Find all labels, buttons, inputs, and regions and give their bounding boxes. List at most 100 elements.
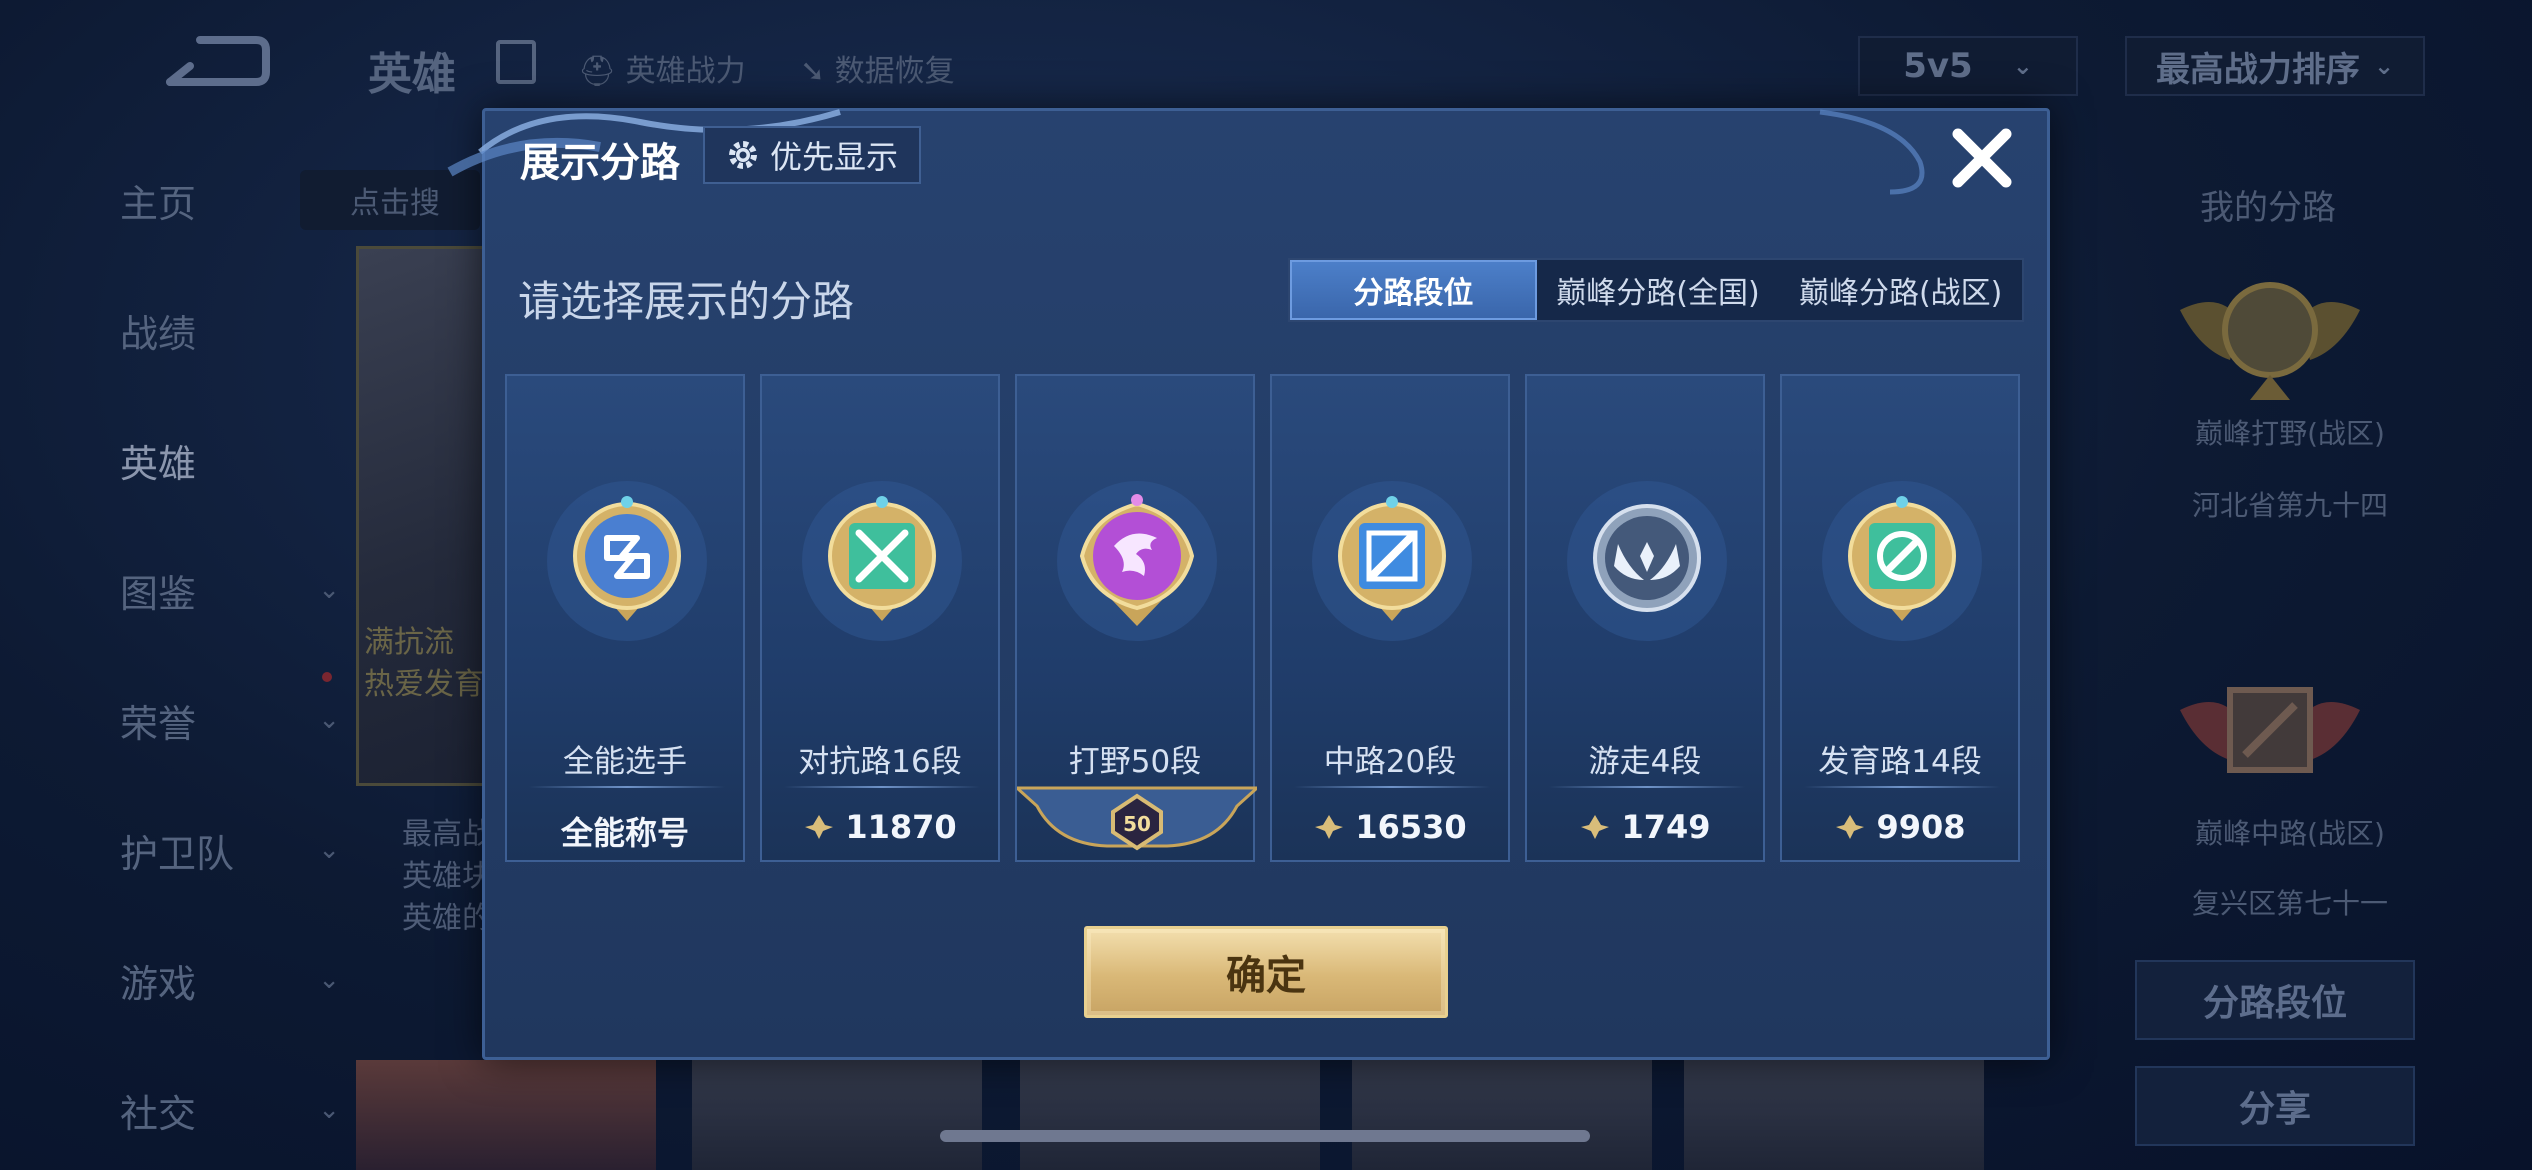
- gear-icon: [728, 141, 757, 169]
- hero-card[interactable]: [1352, 1060, 1652, 1170]
- roam-wing-emblem-icon: [1567, 481, 1727, 641]
- tab-hero-power-label: 英雄战力: [625, 54, 746, 89]
- divider: [1549, 786, 1745, 788]
- confirm-button[interactable]: 确定: [1084, 926, 1448, 1018]
- lane-score: 16530: [1272, 808, 1508, 846]
- lane-card-all-round[interactable]: 全能选手 全能称号: [505, 374, 745, 862]
- helmet-icon: ⛑: [578, 54, 626, 89]
- lane-name: 中路20段: [1323, 744, 1457, 780]
- nav-label: 图鉴: [120, 571, 197, 616]
- divider: [784, 786, 980, 788]
- tab-hero-power[interactable]: ⛑ 英雄战力: [578, 46, 746, 90]
- nav-item-home[interactable]: 主页: [120, 170, 340, 230]
- lane-name: 发育路14段: [1818, 744, 1982, 780]
- lane-card-roam[interactable]: 游走4段 1749: [1525, 374, 1765, 862]
- lane-name: 全能选手: [563, 744, 687, 780]
- hero-card-line: 最高战: [402, 817, 492, 852]
- lane-type-tabs: 分路段位 巅峰分路(全国) 巅峰分路(战区): [1288, 258, 2024, 322]
- jungle-rank-emblem: [2180, 282, 2360, 400]
- nav-item-heroes[interactable]: 英雄: [120, 430, 340, 490]
- nav-label: 荣誉: [120, 701, 197, 746]
- chevron-down-icon: ⌄: [318, 835, 340, 865]
- hero-card[interactable]: [692, 1060, 982, 1170]
- hero-card[interactable]: [356, 1060, 656, 1170]
- modal-title: 展示分路: [520, 140, 680, 186]
- hero-card-info: 最高战 英雄块 英雄的: [402, 814, 492, 940]
- restore-icon: ➘: [800, 54, 835, 89]
- rank-star-ribbon: 50: [1017, 786, 1257, 851]
- priority-display-button[interactable]: 优先显示: [703, 126, 921, 184]
- nav-label: 社交: [120, 1091, 197, 1136]
- all-round-emblem-icon: [547, 481, 707, 641]
- tab-data-restore-label: 数据恢复: [834, 54, 955, 89]
- home-indicator[interactable]: [940, 1130, 1590, 1142]
- back-icon[interactable]: [160, 32, 270, 92]
- lane-value: 16530: [1355, 808, 1467, 846]
- lane-name: 对抗路16段: [798, 744, 962, 780]
- nav-item-honor[interactable]: 荣誉 ⌄: [120, 690, 340, 750]
- lane-value: 11870: [845, 808, 957, 846]
- sort-select[interactable]: 最高战力排序 ⌄: [2125, 36, 2425, 96]
- hero-card-line: 英雄块: [402, 859, 492, 894]
- lane-card-list: 全能选手 全能称号 对抗路16段 11870 打野50段 50 中路20段 16…: [505, 374, 2025, 862]
- farm-lane-emblem-icon: [1822, 481, 1982, 641]
- share-button[interactable]: 分享: [2135, 1066, 2415, 1146]
- tab-peak-region[interactable]: 巅峰分路(战区): [1779, 260, 2022, 320]
- power-icon: [1836, 815, 1865, 839]
- tab-lane-rank[interactable]: 分路段位: [1290, 260, 1537, 320]
- hero-card-line: 英雄的: [402, 901, 492, 936]
- nav-label: 战绩: [120, 311, 197, 356]
- hero-card-overlay-line: 热爱发育: [364, 667, 484, 702]
- lane-score: 1749: [1527, 808, 1763, 846]
- nav-item-social[interactable]: 社交 ⌄: [120, 1080, 340, 1140]
- jungle-dragon-emblem-icon: [1057, 481, 1217, 641]
- nav-item-records[interactable]: 战绩: [120, 300, 340, 360]
- my-lane-name: 巅峰打野(战区): [2195, 417, 2385, 450]
- lane-title-value: 全能称号: [507, 808, 743, 854]
- lane-value: 9908: [1876, 808, 1966, 846]
- mode-select[interactable]: 5v5 ⌄: [1858, 36, 2078, 96]
- chevron-down-icon: ⌄: [318, 575, 340, 605]
- nav-item-games[interactable]: 游戏 ⌄: [120, 950, 340, 1010]
- divider: [1294, 786, 1490, 788]
- lane-card-clash[interactable]: 对抗路16段 11870: [760, 374, 1000, 862]
- nav-item-guard[interactable]: 护卫队 ⌄: [120, 820, 340, 880]
- priority-display-label: 优先显示: [769, 138, 898, 176]
- lane-rank-button[interactable]: 分路段位: [2135, 960, 2415, 1040]
- nav-item-codex[interactable]: 图鉴 ⌄: [120, 560, 340, 620]
- notification-dot: [322, 672, 332, 682]
- hero-card-overlay-line: 满抗流: [364, 625, 454, 660]
- chevron-down-icon: ⌄: [318, 965, 340, 995]
- mode-select-value: 5v5: [1903, 46, 1973, 86]
- modal-subtitle: 请选择展示的分路: [518, 277, 855, 326]
- lane-value: 1749: [1621, 808, 1711, 846]
- divider: [1804, 786, 2000, 788]
- list-icon[interactable]: [496, 40, 536, 84]
- my-lane-rank: 河北省第九十四: [2191, 489, 2388, 522]
- hero-card-overlay: 满抗流 热爱发育: [364, 622, 484, 706]
- chevron-down-icon: ⌄: [318, 705, 340, 735]
- my-lanes-title: 我的分路: [2200, 188, 2336, 228]
- tab-peak-national[interactable]: 巅峰分路(全国): [1537, 260, 1780, 320]
- lane-value: 全能称号: [560, 814, 689, 852]
- close-icon[interactable]: [1948, 124, 2016, 192]
- tab-data-restore[interactable]: ➘ 数据恢复: [800, 46, 955, 90]
- hero-card[interactable]: [1684, 1060, 1984, 1170]
- chevron-down-icon: ⌄: [2373, 52, 2395, 80]
- lane-card-jungle[interactable]: 打野50段 50: [1015, 374, 1257, 862]
- lane-score: 9908: [1782, 808, 2018, 846]
- hero-card[interactable]: [1020, 1060, 1320, 1170]
- lane-name: 游走4段: [1588, 744, 1702, 780]
- rank-star-count: 50: [1123, 812, 1151, 836]
- power-icon: [1315, 815, 1344, 839]
- lane-card-mid[interactable]: 中路20段 16530: [1270, 374, 1510, 862]
- nav-label: 英雄: [120, 441, 197, 486]
- my-lane-name: 巅峰中路(战区): [2195, 817, 2385, 850]
- sort-select-value: 最高战力排序: [2155, 49, 2360, 90]
- divider: [529, 786, 725, 788]
- chevron-down-icon: ⌄: [2012, 52, 2033, 80]
- power-icon: [1581, 815, 1610, 839]
- lane-card-farm[interactable]: 发育路14段 9908: [1780, 374, 2020, 862]
- nav-label: 护卫队: [120, 831, 235, 876]
- lane-score: 11870: [762, 808, 998, 846]
